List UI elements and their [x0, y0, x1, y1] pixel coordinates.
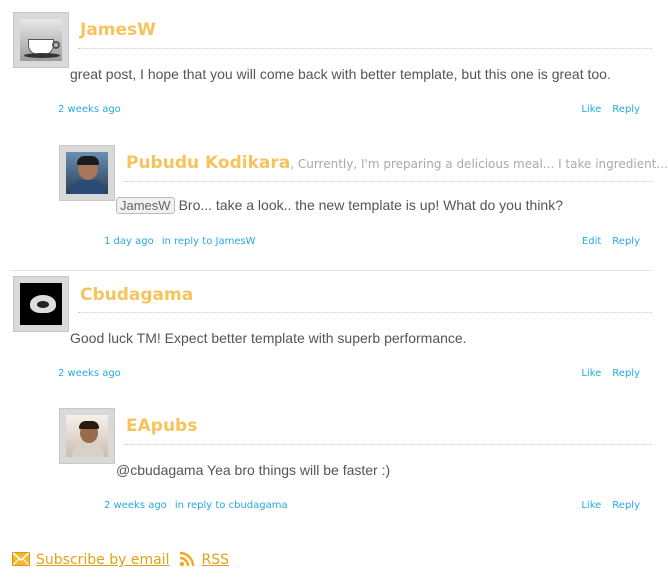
header-separator: [124, 444, 652, 445]
comment-author[interactable]: EApubs: [126, 416, 197, 436]
thread-divider: [10, 270, 652, 271]
person-avatar-icon: [66, 152, 108, 194]
like-button[interactable]: Like: [581, 104, 601, 115]
comment-meta: 2 weeks ago: [58, 104, 129, 115]
comment-author[interactable]: Cbudagama: [80, 285, 193, 305]
edit-button[interactable]: Edit: [582, 236, 601, 247]
comment-meta: 2 weeks ago in reply to cbudagama: [104, 500, 296, 511]
comment-author: Pubudu Kodikara, Currently, I'm preparin…: [126, 153, 668, 173]
comment-time[interactable]: 2 weeks ago: [58, 104, 121, 115]
comment-actions: Like Reply: [570, 500, 640, 511]
like-button[interactable]: Like: [581, 368, 601, 379]
person-avatar-icon: [66, 415, 108, 457]
mention-tag[interactable]: JamesW: [116, 197, 175, 214]
comment-text: @cbudagama Yea bro things will be faster…: [116, 462, 391, 478]
rss-icon[interactable]: [179, 551, 195, 567]
comment-time[interactable]: 2 weeks ago: [104, 500, 167, 511]
mail-icon[interactable]: [12, 552, 30, 566]
reply-button[interactable]: Reply: [612, 104, 640, 115]
comment-text: JamesW Bro... take a look.. the new templ…: [116, 197, 563, 214]
reply-button[interactable]: Reply: [612, 236, 640, 247]
comment-meta: 2 weeks ago: [58, 368, 129, 379]
comment-body: Bro... take a look.. the new template is…: [178, 197, 563, 213]
avatar[interactable]: [59, 408, 115, 464]
author-tagline: , Currently, I'm preparing a delicious m…: [290, 157, 668, 171]
rss-link[interactable]: RSS: [201, 552, 229, 568]
author-name[interactable]: Pubudu Kodikara: [126, 153, 290, 173]
reply-button[interactable]: Reply: [612, 500, 640, 511]
reply-button[interactable]: Reply: [612, 368, 640, 379]
subscribe-by-email-link[interactable]: Subscribe by email: [36, 552, 169, 568]
avatar[interactable]: [59, 145, 115, 201]
comment-meta: 1 day ago in reply to JamesW: [104, 236, 264, 247]
comment-text: Good luck TM! Expect better template wit…: [70, 330, 467, 346]
in-reply-to-link[interactable]: in reply to cbudagama: [175, 500, 288, 511]
like-button[interactable]: Like: [581, 500, 601, 511]
eye-logo-avatar-icon: [20, 283, 62, 325]
header-separator: [78, 312, 652, 313]
header-separator: [124, 181, 652, 182]
comment-time[interactable]: 1 day ago: [104, 236, 154, 247]
comment-actions: Like Reply: [570, 368, 640, 379]
avatar[interactable]: [13, 276, 69, 332]
comment-time[interactable]: 2 weeks ago: [58, 368, 121, 379]
coffee-cup-avatar-icon: [20, 19, 62, 61]
header-separator: [78, 48, 652, 49]
comment-actions: Edit Reply: [571, 236, 640, 247]
comment-text: great post, I hope that you will come ba…: [70, 66, 611, 82]
comment-author[interactable]: JamesW: [80, 20, 156, 40]
comment-actions: Like Reply: [570, 104, 640, 115]
subscribe-footer: Subscribe by email RSS: [12, 551, 229, 568]
avatar[interactable]: [13, 12, 69, 68]
in-reply-to-link[interactable]: in reply to JamesW: [162, 236, 256, 247]
